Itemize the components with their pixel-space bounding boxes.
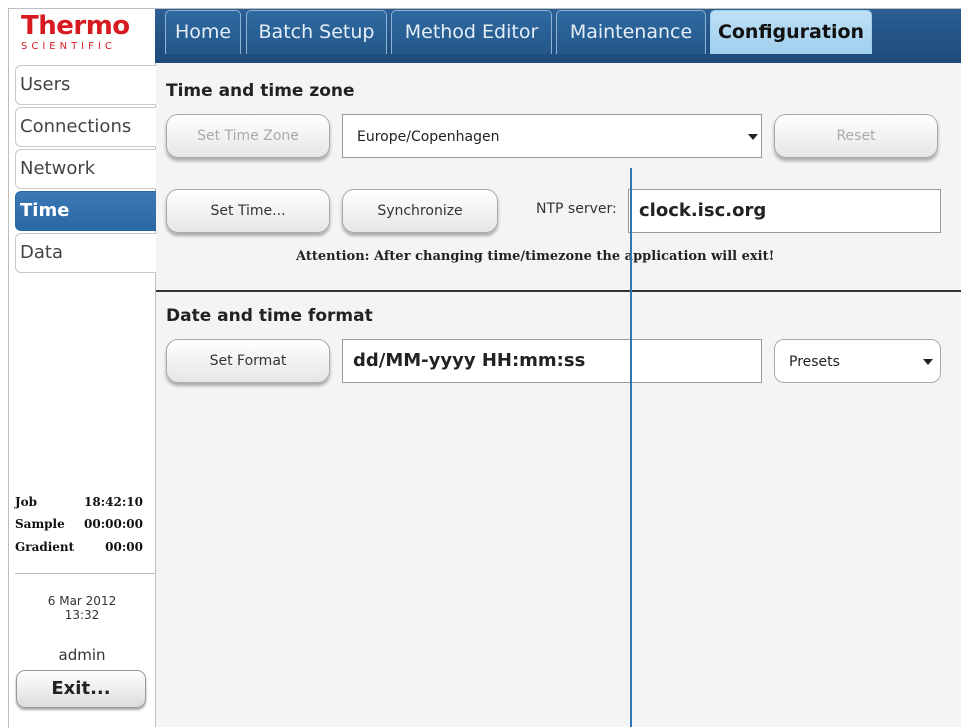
tab-batch-setup[interactable]: Batch Setup	[246, 10, 387, 54]
timezone-select-value: Europe/Copenhagen	[357, 129, 500, 145]
tab-method-editor[interactable]: Method Editor	[391, 10, 552, 54]
status-gradient-label: Gradient	[15, 540, 75, 554]
status-sample-label: Sample	[15, 517, 65, 531]
time-section-title: Time and time zone	[166, 81, 355, 101]
thermo-scientific-logo: Thermo SCIENTIFIC	[9, 9, 154, 61]
set-time-zone-button[interactable]: Set Time Zone	[166, 114, 330, 158]
sidebar-date: 6 Mar 2012	[47, 594, 117, 608]
sidebar-user: admin	[58, 646, 106, 664]
status-sample: Sample 00:00:00	[15, 517, 143, 531]
ntp-server-value: clock.isc.org	[639, 200, 767, 221]
sidebar: Users Connections Network Time Data Job …	[9, 63, 156, 727]
sidebar-divider	[15, 573, 155, 574]
format-input-value: dd/MM-yyyy HH:mm:ss	[353, 350, 586, 371]
chevron-down-icon	[923, 359, 933, 365]
tab-maintenance[interactable]: Maintenance	[556, 10, 706, 54]
reset-button[interactable]: Reset	[774, 114, 938, 158]
presets-select[interactable]: Presets	[774, 339, 941, 383]
sidebar-time: 13:32	[64, 608, 100, 622]
sidebar-item-data[interactable]: Data	[15, 233, 156, 273]
attention-message: Attention: After changing time/timezone …	[296, 249, 775, 264]
tab-home[interactable]: Home	[165, 10, 241, 54]
status-job: Job 18:42:10	[15, 495, 143, 509]
annotation-line	[630, 168, 632, 727]
format-section-title: Date and time format	[166, 306, 373, 326]
status-job-value: 18:42:10	[84, 495, 143, 509]
ntp-server-input[interactable]: clock.isc.org	[628, 189, 941, 233]
sidebar-item-network[interactable]: Network	[15, 149, 156, 189]
logo-sub-text: SCIENTIFIC	[21, 41, 116, 52]
sidebar-item-users[interactable]: Users	[15, 65, 156, 105]
status-sample-value: 00:00:00	[84, 517, 143, 531]
exit-button[interactable]: Exit...	[16, 670, 146, 708]
logo-main-text: Thermo	[21, 11, 130, 41]
status-job-label: Job	[15, 495, 38, 509]
chevron-down-icon	[748, 134, 758, 140]
status-gradient-value: 00:00	[105, 540, 143, 554]
sidebar-item-time[interactable]: Time	[15, 191, 156, 231]
status-gradient: Gradient 00:00	[15, 540, 143, 554]
timezone-select[interactable]: Europe/Copenhagen	[342, 114, 762, 158]
set-format-button[interactable]: Set Format	[166, 339, 330, 383]
presets-select-value: Presets	[789, 354, 840, 370]
set-time-button[interactable]: Set Time...	[166, 189, 330, 233]
synchronize-button[interactable]: Synchronize	[342, 189, 498, 233]
format-input[interactable]: dd/MM-yyyy HH:mm:ss	[342, 339, 762, 383]
tab-configuration[interactable]: Configuration	[710, 10, 872, 54]
main-panel: Time and time zone Set Time Zone Europe/…	[156, 63, 961, 727]
sidebar-item-connections[interactable]: Connections	[15, 107, 156, 147]
section-divider	[156, 290, 961, 292]
ntp-server-label: NTP server:	[536, 201, 617, 217]
